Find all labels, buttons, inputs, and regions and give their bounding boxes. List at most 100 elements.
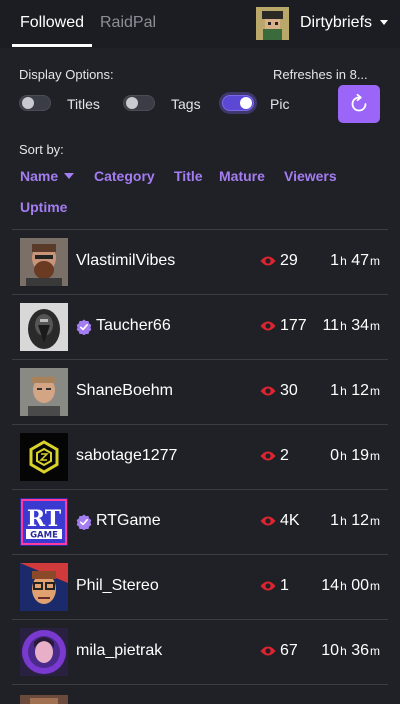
tab-followed[interactable]: Followed [20,14,84,32]
sort-viewers[interactable]: Viewers [284,168,337,184]
verified-badge-icon [76,319,92,335]
refresh-icon [351,93,367,112]
toggle-tags-label: Tags [171,96,201,112]
uptime-hours: 1 [330,512,340,529]
uptime-minutes: 19 [351,447,369,464]
hours-unit: h [340,644,347,658]
streamer-name: VlastimilVibes [76,252,176,269]
hours-unit: h [340,384,347,398]
stream-row[interactable]: RT GAME RTGame 4K 1h 12m [12,490,388,555]
eye-icon [260,321,276,331]
stream-row[interactable]: mila_pietrak 67 10h 36m [12,620,388,685]
viewer-count: 4K [280,512,300,529]
streamer-name: RTGame [96,512,161,529]
svg-text:RT: RT [27,506,62,532]
refresh-countdown: Refreshes in 8... [273,67,368,82]
sort-title[interactable]: Title [174,168,203,184]
viewer-count: 1 [280,577,289,594]
sort-uptime[interactable]: Uptime [20,199,67,215]
toggle-titles-label: Titles [67,96,100,112]
sort-category[interactable]: Category [94,168,155,184]
sort-mature[interactable]: Mature [219,168,265,184]
hours-unit: h [340,319,347,333]
sort-name-label: Name [20,168,59,184]
hours-unit: h [340,254,347,268]
stream-avatar [20,563,68,611]
streamer-name: sabotage1277 [76,447,178,464]
refresh-button[interactable] [338,85,380,123]
minutes-unit: m [370,449,380,463]
minutes-unit: m [370,254,380,268]
top-bar: Followed RaidPal Dirtybriefs [0,0,400,48]
streamer-name: mila_pietrak [76,642,163,659]
eye-icon [260,451,276,461]
svg-text:GAME: GAME [30,531,58,541]
uptime-minutes: 47 [351,252,369,269]
toggle-tags[interactable] [123,95,155,111]
sort-name[interactable]: Name [20,168,75,184]
uptime: 1h 12m [330,382,380,400]
toggle-knob [240,97,252,109]
toggle-pic[interactable] [222,95,254,111]
eye-icon [260,256,276,266]
viewer-count: 29 [280,252,298,269]
uptime-hours: 1 [330,252,340,269]
uptime-minutes: 12 [351,382,369,399]
hours-unit: h [340,449,347,463]
toggle-knob [126,97,138,109]
eye-icon [260,581,276,591]
stream-row[interactable]: Phil_Stereo 1 14h 00m [12,555,388,620]
stream-row[interactable]: Taucher66 177 11h 34m [12,295,388,360]
streamer-name: Phil_Stereo [76,577,159,594]
stream-row[interactable]: sabotage1277 2 0h 19m [12,425,388,490]
stream-avatar: RT GAME [20,498,68,546]
minutes-unit: m [370,514,380,528]
stream-avatar [20,433,68,481]
uptime: 14h 00m [321,577,380,595]
verified-badge-icon [76,514,92,530]
stream-avatar [20,238,68,286]
uptime-minutes: 36 [351,642,369,659]
stream-avatar [20,693,68,704]
uptime: 1h 47m [330,252,380,270]
uptime-hours: 14 [321,577,340,594]
user-avatar[interactable] [256,7,289,40]
streamer-name: ShaneBoehm [76,382,173,399]
stream-avatar [20,303,68,351]
display-options-label: Display Options: [19,67,114,82]
toggle-titles[interactable] [19,95,51,111]
uptime-minutes: 12 [351,512,369,529]
uptime: 1h 12m [330,512,380,530]
minutes-unit: m [370,579,380,593]
stream-row[interactable]: VlastimilVibes 29 1h 47m [12,230,388,295]
viewer-count: 67 [280,642,298,659]
uptime-hours: 1 [330,382,340,399]
toggle-knob [22,97,34,109]
uptime-hours: 10 [321,642,340,659]
user-menu-name[interactable]: Dirtybriefs [300,14,372,32]
uptime-minutes: 00 [351,577,369,594]
stream-avatar [20,368,68,416]
stream-row-partial[interactable] [12,685,388,704]
caret-down-icon [64,173,75,179]
viewer-count: 30 [280,382,298,399]
eye-icon [260,646,276,656]
minutes-unit: m [370,384,380,398]
toggle-pic-label: Pic [270,96,290,112]
active-tab-indicator [12,44,92,47]
streamer-name: Taucher66 [96,317,171,334]
eye-icon [260,516,276,526]
uptime: 10h 36m [321,642,380,660]
stream-row[interactable]: ShaneBoehm 30 1h 12m [12,360,388,425]
minutes-unit: m [370,319,380,333]
uptime-minutes: 34 [351,317,369,334]
hours-unit: h [340,579,347,593]
viewer-count: 177 [280,317,307,334]
sort-by-label: Sort by: [19,142,64,157]
tab-raidpal[interactable]: RaidPal [100,14,156,32]
viewer-count: 2 [280,447,289,464]
hours-unit: h [340,514,347,528]
uptime-hours: 0 [330,447,340,464]
chevron-down-icon[interactable] [380,20,388,25]
stream-avatar [20,628,68,676]
